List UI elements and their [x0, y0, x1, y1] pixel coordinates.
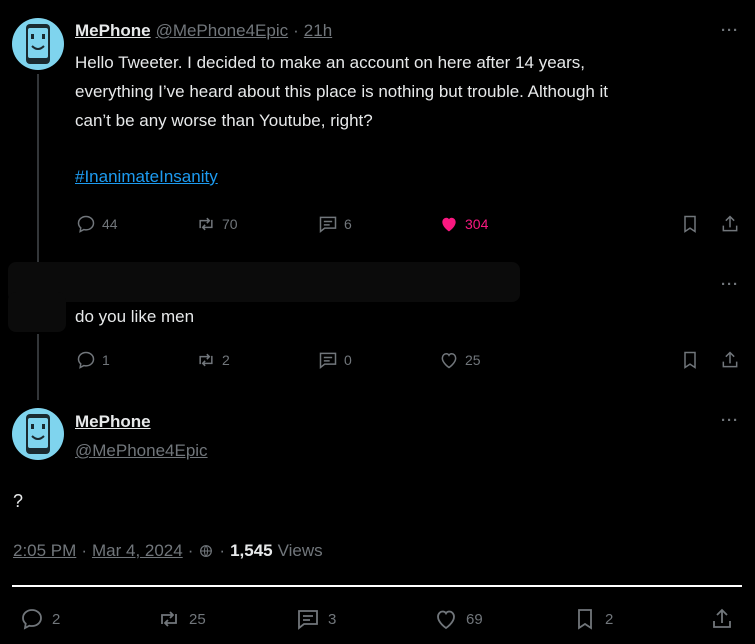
bookmark-icon [578, 609, 592, 630]
tweet-time[interactable]: 2:05 PM [13, 541, 76, 561]
share-icon [722, 215, 738, 232]
reply-button[interactable]: 44 [76, 214, 118, 234]
globe-icon [200, 545, 213, 557]
tweet-meta: 2:05 PM · Mar 4, 2024 · · 1,545 Views [13, 541, 323, 561]
tweet-text: do you like men [75, 307, 195, 326]
avatar[interactable] [12, 408, 64, 460]
views-count: 1,545 [230, 541, 273, 560]
quote-icon [298, 610, 318, 630]
like-button[interactable]: 304 [439, 214, 488, 234]
reply-button[interactable]: 2 [20, 607, 60, 631]
tweet-text-line: everything I’ve heard about this place i… [75, 82, 609, 101]
bookmark-button[interactable] [680, 214, 700, 234]
repost-button[interactable]: 70 [196, 214, 238, 234]
redacted-avatar [8, 292, 66, 332]
tweet-date[interactable]: Mar 4, 2024 [92, 541, 183, 561]
views-label: Views [277, 541, 323, 560]
like-count: 25 [465, 352, 481, 368]
reply-icon [77, 351, 95, 369]
reply-count: 44 [102, 216, 118, 232]
quote-button[interactable]: 0 [318, 350, 352, 370]
separator-dot: · [81, 541, 87, 560]
repost-button[interactable]: 25 [157, 607, 206, 631]
quote-count: 0 [344, 352, 352, 368]
like-count: 304 [465, 216, 489, 232]
quote-icon [319, 352, 337, 370]
more-options-icon[interactable]: ··· [721, 412, 739, 429]
separator-dot: · [187, 541, 194, 560]
tweet-text-line: can’t be any worse than Youtube, right? [75, 111, 373, 130]
like-button[interactable]: 69 [434, 607, 483, 631]
reply-count: 2 [52, 610, 61, 628]
quote-count: 3 [328, 610, 337, 628]
tweet-text: ? [13, 491, 24, 511]
repost-icon [161, 611, 177, 627]
tweet-text: Hello Tweeter. I decided to make an acco… [75, 48, 735, 135]
separator-dot: · [293, 21, 299, 40]
repost-icon [199, 217, 213, 231]
share-icon [713, 608, 731, 628]
bookmark-button[interactable]: 2 [573, 607, 613, 631]
quote-button[interactable]: 3 [296, 607, 336, 631]
repost-count: 25 [189, 610, 206, 628]
handle[interactable]: @MePhone4Epic [156, 21, 289, 41]
like-count: 69 [466, 610, 483, 628]
share-icon [722, 351, 738, 368]
divider [12, 585, 742, 587]
repost-count: 2 [222, 352, 230, 368]
heart-filled-icon [442, 217, 456, 232]
reply-icon [22, 609, 42, 630]
repost-count: 70 [222, 216, 238, 232]
share-button[interactable] [720, 214, 740, 234]
avatar[interactable] [12, 18, 64, 70]
bookmark-icon [684, 351, 696, 369]
quote-icon [319, 216, 337, 234]
timestamp[interactable]: 21h [304, 21, 332, 41]
display-name[interactable]: MePhone [75, 412, 208, 432]
bookmark-button[interactable] [680, 350, 700, 370]
tweet-header: MePhone @MePhone4Epic · 21h [75, 21, 332, 41]
reply-count: 1 [102, 352, 110, 368]
quote-button[interactable]: 6 [318, 214, 352, 234]
mephone-face-icon [26, 414, 50, 454]
share-button[interactable] [720, 350, 740, 370]
bookmark-icon [684, 215, 696, 233]
hashtag-link[interactable]: #InanimateInsanity [75, 167, 218, 186]
heart-icon [441, 352, 457, 369]
thread-line [37, 334, 39, 400]
repost-button[interactable]: 2 [196, 350, 230, 370]
share-button[interactable] [710, 607, 734, 631]
more-options-icon[interactable]: ··· [721, 276, 739, 293]
reply-icon [77, 215, 95, 233]
tweet-text-line: Hello Tweeter. I decided to make an acco… [75, 53, 585, 72]
quote-count: 6 [344, 216, 352, 232]
author-info: MePhone @MePhone4Epic [75, 412, 208, 461]
thread-line [37, 74, 39, 266]
display-name[interactable]: MePhone [75, 21, 151, 41]
redacted-header [8, 262, 520, 302]
reply-button[interactable]: 1 [76, 350, 110, 370]
mephone-face-icon [26, 24, 50, 64]
heart-icon [437, 610, 455, 630]
like-button[interactable]: 25 [439, 350, 481, 370]
more-options-icon[interactable]: ··· [721, 22, 739, 39]
separator-dot: · [219, 541, 226, 560]
repost-icon [199, 353, 213, 367]
bookmark-count: 2 [605, 610, 614, 628]
handle[interactable]: @MePhone4Epic [75, 441, 208, 461]
